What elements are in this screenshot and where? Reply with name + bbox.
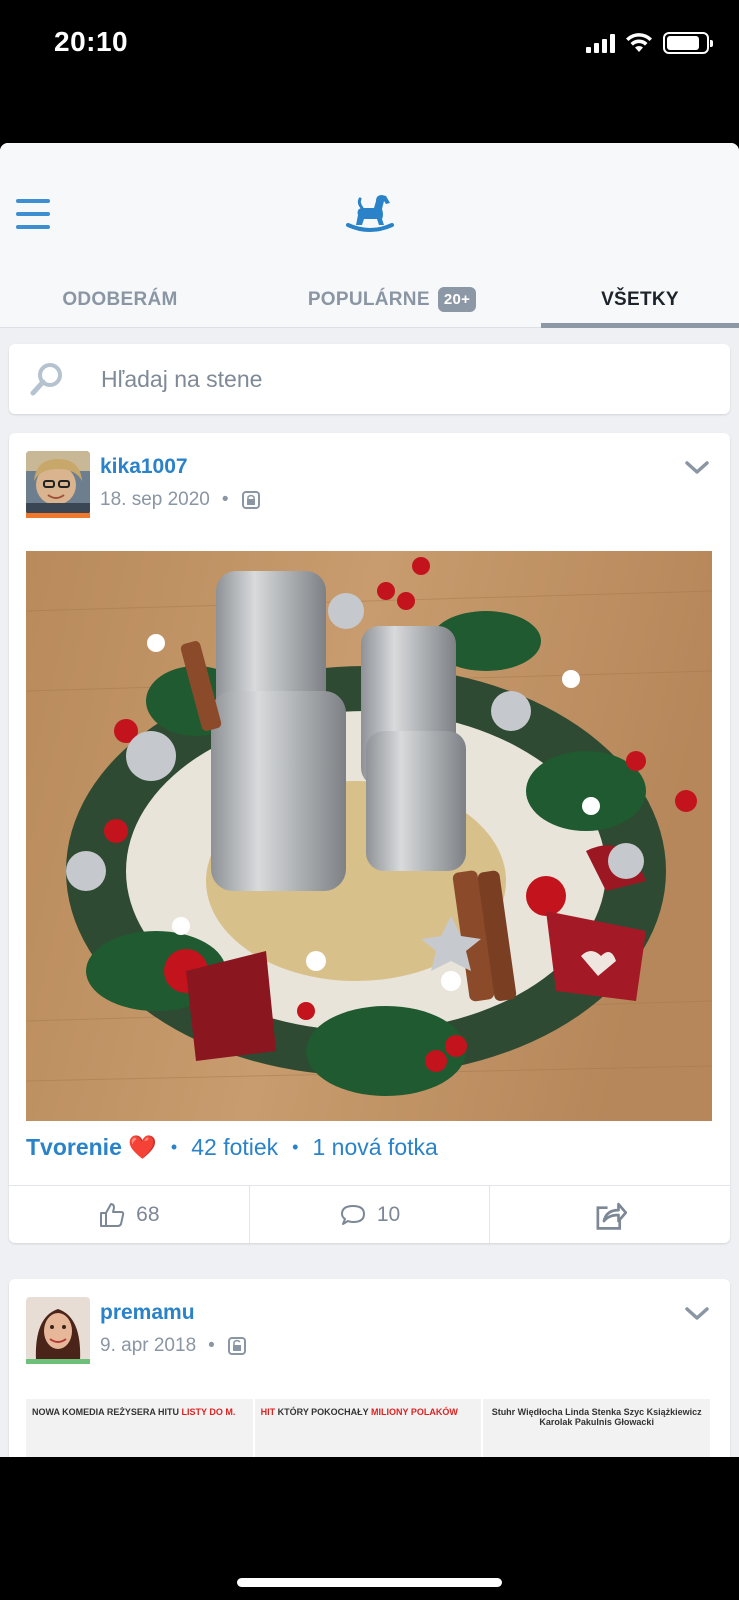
lock-icon	[241, 491, 260, 509]
post-photo[interactable]	[26, 551, 712, 1121]
post-card: premamu 9. apr 2018 • NOWA KOMEDIA REŻYS…	[9, 1279, 730, 1457]
comment-button[interactable]: 10	[250, 1186, 491, 1243]
post-card: kika1007 18. sep 2020 • Tvorenie ❤️ • 42…	[9, 433, 730, 1243]
app-window: ODOBERÁM POPULÁRNE 20+ VŠETKY Hľadaj na …	[0, 143, 739, 1457]
wifi-icon	[626, 33, 652, 52]
like-count: 68	[136, 1202, 160, 1226]
author-username[interactable]: kika1007	[100, 455, 188, 479]
avatar[interactable]	[26, 1297, 90, 1361]
author-username[interactable]: premamu	[100, 1301, 195, 1325]
active-tab-indicator	[541, 323, 739, 328]
status-bar: 20:10	[0, 0, 739, 143]
poster-panel: Stuhr Więdłocha Linda Stenka Szyc Książk…	[483, 1399, 712, 1457]
photos-count-link[interactable]: 42 fotiek	[191, 1134, 278, 1161]
album-title-link[interactable]: Tvorenie ❤️	[26, 1134, 157, 1161]
tab-popularne[interactable]: POPULÁRNE 20+	[262, 271, 522, 328]
home-indicator[interactable]	[237, 1578, 502, 1587]
separator-dot: •	[208, 1335, 215, 1356]
poster-text: Stuhr Więdłocha Linda Stenka Szyc Książk…	[491, 1407, 702, 1427]
comment-count: 10	[376, 1202, 401, 1226]
tab-label: VŠETKY	[601, 288, 679, 310]
unlock-icon	[227, 1337, 246, 1355]
tab-vsetky[interactable]: VŠETKY	[541, 271, 739, 328]
like-button[interactable]: 68	[9, 1186, 250, 1243]
tab-odoberam[interactable]: ODOBERÁM	[0, 271, 240, 328]
poster-panel: NOWA KOMEDIA REŻYSERA HITU LISTY DO M.	[26, 1399, 255, 1457]
popular-count-badge: 20+	[437, 287, 477, 312]
separator-dot: •	[221, 489, 229, 510]
post-photo[interactable]: NOWA KOMEDIA REŻYSERA HITU LISTY DO M. H…	[26, 1399, 712, 1457]
album-info: Tvorenie ❤️ • 42 fotiek • 1 nová fotka	[26, 1127, 438, 1167]
share-button[interactable]	[490, 1186, 730, 1243]
wall-search-bar[interactable]	[9, 344, 730, 414]
poster-text: NOWA KOMEDIA REŻYSERA HITU	[32, 1407, 182, 1417]
post-date: 9. apr 2018	[100, 1335, 197, 1356]
tab-label: POPULÁRNE	[307, 288, 430, 310]
post-actions: 68 10	[9, 1185, 730, 1243]
post-meta: 9. apr 2018 •	[100, 1335, 247, 1357]
status-time: 20:10	[54, 26, 129, 57]
tab-label: ODOBERÁM	[62, 288, 178, 310]
rocking-horse-logo-icon[interactable]	[342, 191, 398, 237]
post-meta: 18. sep 2020 •	[100, 489, 261, 511]
separator-dot: •	[292, 1136, 299, 1157]
thumbs-up-icon	[100, 1202, 125, 1227]
hamburger-menu-button[interactable]	[16, 199, 50, 229]
poster-text-highlight: HIT	[260, 1407, 278, 1417]
chevron-down-icon[interactable]	[684, 1305, 710, 1323]
chevron-down-icon[interactable]	[684, 459, 710, 477]
cellular-signal-icon	[586, 33, 615, 53]
comment-icon	[340, 1204, 365, 1225]
poster-text: KTÓRY POKOCHAŁY	[277, 1407, 372, 1417]
poster-text-highlight: LISTY DO M.	[181, 1407, 236, 1417]
new-photos-link[interactable]: 1 nová fotka	[312, 1134, 437, 1161]
search-input[interactable]	[101, 344, 701, 414]
avatar-status-bar	[26, 513, 90, 518]
app-header: ODOBERÁM POPULÁRNE 20+ VŠETKY	[0, 143, 739, 328]
poster-panel: HIT KTÓRY POKOCHAŁY MILIONY POLAKÓW	[255, 1399, 484, 1457]
search-icon	[30, 363, 62, 396]
status-icons	[586, 32, 713, 54]
avatar[interactable]	[26, 451, 90, 515]
post-date: 18. sep 2020	[100, 489, 210, 510]
share-icon	[596, 1202, 628, 1230]
battery-icon	[663, 32, 713, 54]
feed-tabs: ODOBERÁM POPULÁRNE 20+ VŠETKY	[0, 271, 739, 328]
avatar-status-bar	[26, 1359, 90, 1364]
poster-text-highlight: MILIONY POLAKÓW	[371, 1407, 458, 1417]
separator-dot: •	[170, 1136, 178, 1157]
album-title: Tvorenie	[26, 1133, 122, 1160]
heart-emoji: ❤️	[128, 1133, 157, 1160]
